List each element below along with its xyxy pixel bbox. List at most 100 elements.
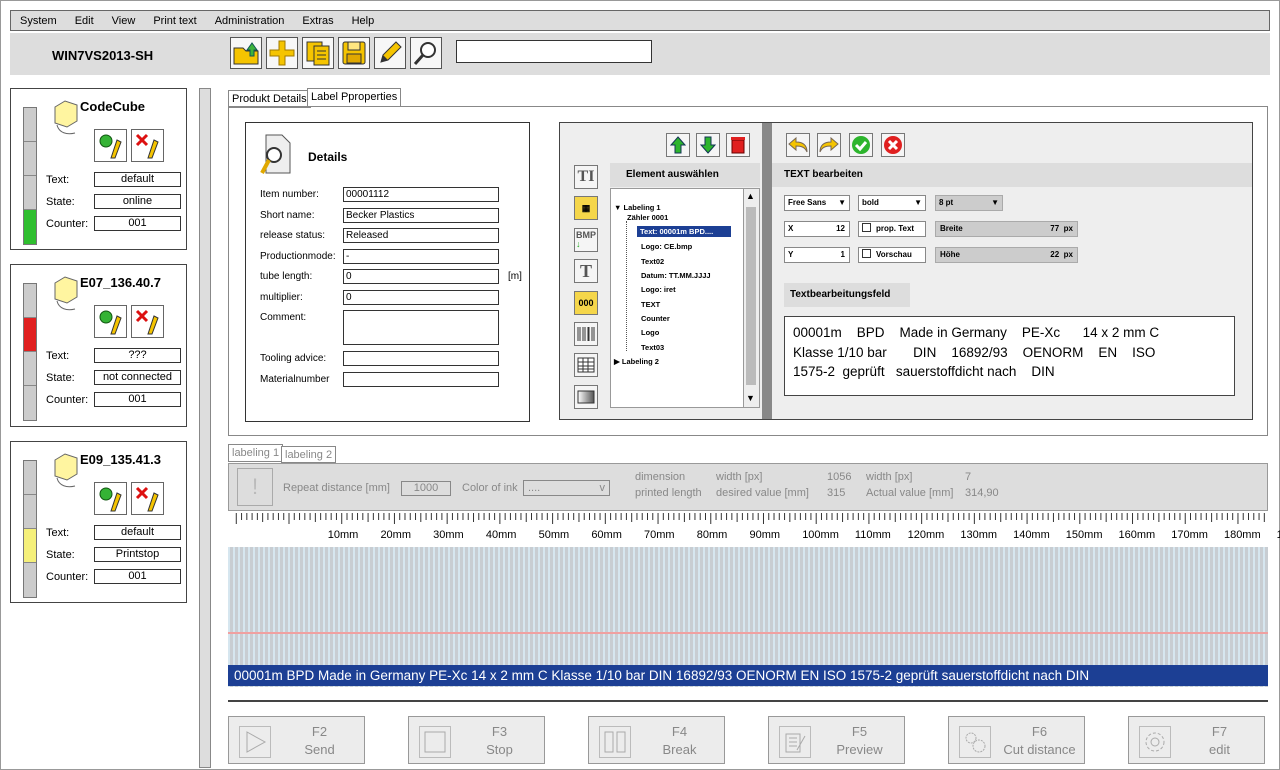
tree-item[interactable]: Logo — [641, 328, 659, 337]
preview-checkbox[interactable]: Vorschau — [858, 247, 926, 263]
barcode-tool-button[interactable] — [574, 322, 598, 346]
text-edit-area[interactable]: 00001m BPD Made in Germany PE-Xc 14 x 2 … — [784, 316, 1235, 396]
undo-button[interactable] — [786, 133, 810, 157]
editor-splitter[interactable] — [762, 123, 772, 419]
text-value: ??? — [94, 348, 181, 363]
print-preview-canvas[interactable]: 00001m BPD Made in Germany PE-Xc 14 x 2 … — [228, 547, 1268, 687]
tools-button[interactable] — [131, 129, 164, 162]
tree-item[interactable]: Text02 — [641, 257, 664, 266]
open-folder-button[interactable] — [230, 37, 262, 69]
move-up-button[interactable] — [666, 133, 690, 157]
tree-item[interactable]: TEXT — [641, 300, 660, 309]
counter-tool-button[interactable]: 000 — [574, 291, 598, 315]
multiplier-field[interactable]: 0 — [343, 290, 499, 305]
tools-icon — [135, 486, 159, 511]
guide-line — [228, 632, 1268, 634]
printer-panel-e09[interactable]: E09_135.41.3 Text: default State: Prints… — [10, 441, 187, 603]
menu-extras[interactable]: Extras — [293, 15, 342, 27]
repeat-distance-field[interactable]: 1000 — [401, 481, 451, 496]
production-mode-field[interactable]: - — [343, 249, 499, 264]
printer-panel-codecube[interactable]: CodeCube Text: default State: online Cou… — [10, 88, 187, 250]
edit-button[interactable] — [374, 37, 406, 69]
tab-labeling-2[interactable]: labeling 2 — [281, 446, 337, 463]
font-select[interactable]: Free Sans ▼ — [784, 195, 850, 211]
element-tree[interactable]: ▼ Labeling 1 Zähler 0001 Text: 00001m BP… — [610, 188, 760, 408]
ruler-label: 50mm — [538, 529, 570, 541]
item-number-field[interactable]: 00001112 — [343, 187, 499, 202]
prop-text-checkbox[interactable]: prop. Text — [858, 221, 926, 237]
tube-length-field[interactable]: 0 — [343, 269, 499, 284]
tree-item[interactable]: Logo: iret — [641, 285, 676, 294]
settings-button[interactable] — [94, 305, 127, 338]
gear-tool-icon — [99, 134, 122, 158]
line-tool-button[interactable]: T — [574, 259, 598, 283]
size-select[interactable]: 8 pt ▼ — [935, 195, 1003, 211]
print-text-preview: 00001m BPD Made in Germany PE-Xc 14 x 2 … — [228, 665, 1268, 686]
search-button[interactable] — [410, 37, 442, 69]
menu-system[interactable]: System — [11, 15, 66, 27]
splitter[interactable] — [199, 88, 211, 768]
short-name-field[interactable]: Becker Plastics — [343, 208, 499, 223]
stop-button[interactable]: F3 Stop — [408, 716, 545, 764]
tree-item[interactable]: Zähler 0001 — [627, 213, 668, 222]
cut-distance-button[interactable]: F6 Cut distance — [948, 716, 1085, 764]
copy-button[interactable] — [302, 37, 334, 69]
preview-button[interactable]: F5 Preview — [768, 716, 905, 764]
bmp-tool-button[interactable]: BMP ↓ — [574, 228, 598, 252]
label-editor: TI ▦ BMP ↓ T 000 Element auswählen ▼ Labe… — [559, 122, 1253, 420]
tools-button[interactable] — [131, 305, 164, 338]
send-button[interactable]: F2 Send — [228, 716, 365, 764]
tooling-advice-field[interactable] — [343, 351, 499, 366]
ink-color-select[interactable]: .... v — [523, 480, 610, 496]
tree-item[interactable]: ▶ Labeling 2 — [614, 357, 659, 366]
menu-print-text[interactable]: Print text — [144, 15, 205, 27]
check-icon — [852, 136, 870, 154]
tree-item[interactable]: Logo: CE.bmp — [641, 242, 692, 251]
production-mode-label: Productionmode: — [260, 251, 336, 262]
weight-select[interactable]: bold ▼ — [858, 195, 926, 211]
comment-field[interactable] — [343, 310, 499, 345]
material-number-field[interactable] — [343, 372, 499, 387]
printer-panel-e07[interactable]: E07_136.40.7 Text: ??? State: not connec… — [10, 264, 187, 427]
details-title: Details — [308, 150, 348, 164]
menu-edit[interactable]: Edit — [66, 15, 103, 27]
tab-labeling-1[interactable]: labeling 1 — [228, 444, 284, 462]
delete-button[interactable] — [726, 133, 750, 157]
add-button[interactable] — [266, 37, 298, 69]
tree-item[interactable]: Text03 — [641, 343, 664, 352]
menu-view[interactable]: View — [103, 15, 145, 27]
break-button[interactable]: F4 Break — [588, 716, 725, 764]
tree-scrollbar[interactable]: ▲ ▼ — [743, 189, 759, 407]
tree-item[interactable]: Datum: TT.MM.JJJJ — [641, 271, 711, 280]
menu-administration[interactable]: Administration — [206, 15, 294, 27]
tree-item-selected[interactable]: Text: 00001m BPD.... — [637, 226, 731, 237]
text-tool-button[interactable]: TI — [574, 165, 598, 189]
settings-button[interactable] — [94, 129, 127, 162]
gradient-tool-button[interactable] — [574, 385, 598, 409]
settings-button[interactable] — [94, 482, 127, 515]
x-field[interactable]: X 12 — [784, 221, 850, 237]
release-status-field[interactable]: Released — [343, 228, 499, 243]
desired-value-label: desired value [mm] — [716, 487, 809, 499]
width-px-label: width [px] — [716, 471, 763, 483]
menu-help[interactable]: Help — [343, 15, 384, 27]
redo-button[interactable] — [817, 133, 841, 157]
counter-label: Counter: — [46, 394, 89, 406]
ruler-label: 80mm — [696, 529, 728, 541]
printed-length-label: printed length — [635, 487, 702, 499]
save-button[interactable] — [338, 37, 370, 69]
date-tool-button[interactable]: ▦ — [574, 196, 598, 220]
cancel-button[interactable] — [881, 133, 905, 157]
tree-item[interactable]: Counter — [641, 314, 670, 323]
tools-button[interactable] — [131, 482, 164, 515]
move-down-button[interactable] — [696, 133, 720, 157]
warning-button[interactable]: ! — [237, 468, 273, 506]
tree-item[interactable]: ▼ Labeling 1 — [614, 203, 661, 212]
tab-label-properties[interactable]: Label Pproperties — [307, 88, 402, 107]
ruler-label: 170mm — [1171, 529, 1208, 541]
table-tool-button[interactable] — [574, 353, 598, 377]
y-field[interactable]: Y1 — [784, 247, 850, 263]
edit-button-bottom[interactable]: F7 edit — [1128, 716, 1265, 764]
confirm-button[interactable] — [849, 133, 873, 157]
search-input[interactable] — [456, 40, 652, 63]
